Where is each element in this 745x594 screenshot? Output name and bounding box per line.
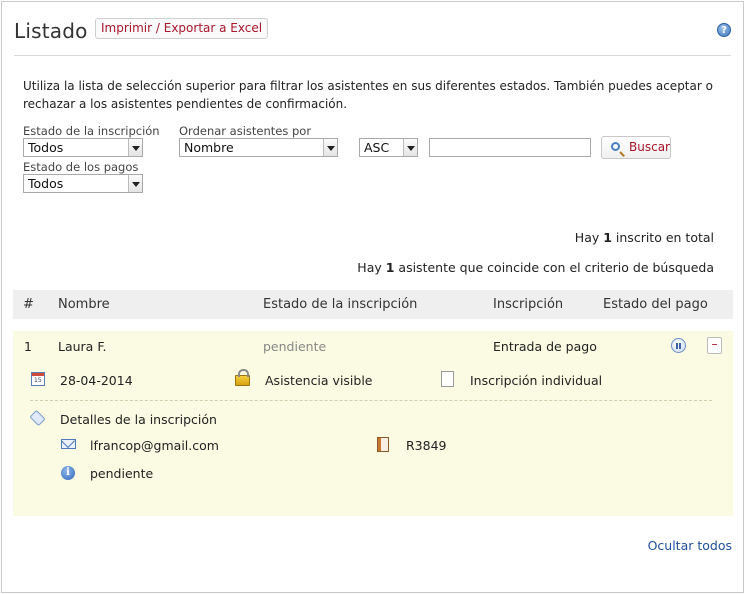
payment-status-label: Estado de los pagos	[23, 160, 139, 174]
total-summary-suffix: inscrito en total	[611, 230, 714, 245]
row-index: 1	[24, 339, 32, 354]
chevron-down-icon	[403, 139, 417, 156]
total-summary: Hay 1 inscrito en total	[575, 230, 714, 245]
chevron-down-icon	[128, 175, 142, 192]
document-icon	[441, 371, 454, 387]
attendance-visibility: Asistencia visible	[265, 373, 373, 388]
total-count: 1	[603, 230, 612, 245]
attendee-name: Laura F.	[58, 339, 107, 354]
info-icon: i	[61, 466, 75, 480]
detail-status: pendiente	[90, 466, 154, 481]
registration-status-label: Estado de la inscripción	[23, 124, 160, 138]
column-header-index: #	[23, 297, 34, 312]
match-summary: Hay 1 asistente que coincide con el crit…	[357, 260, 714, 275]
intro-text: Utiliza la lista de selección superior p…	[23, 79, 713, 111]
column-header-ticket[interactable]: Inscripción	[493, 297, 563, 312]
email-icon	[61, 439, 76, 449]
pause-icon[interactable]	[671, 338, 686, 353]
attendee-email: lfrancop@gmail.com	[90, 438, 219, 453]
column-header-registration-status[interactable]: Estado de la inscripción	[263, 297, 417, 312]
hide-all-link[interactable]: Ocultar todos	[648, 538, 732, 553]
search-button-label: Buscar	[629, 140, 670, 154]
registration-reference: R3849	[406, 438, 447, 453]
registration-status-value: Todos	[28, 140, 64, 155]
column-header-name[interactable]: Nombre	[58, 297, 110, 312]
order-direction-select[interactable]: ASC	[359, 138, 418, 157]
search-button[interactable]: Buscar	[601, 136, 671, 159]
lock-icon	[235, 369, 250, 386]
address-book-icon	[377, 437, 389, 452]
details-title: Detalles de la inscripción	[60, 412, 217, 427]
payment-status-select[interactable]: Todos	[23, 174, 143, 193]
order-by-value: Nombre	[184, 140, 234, 155]
payment-status-value: Todos	[28, 176, 64, 191]
table-header: # Nombre Estado de la inscripción Inscri…	[13, 290, 733, 319]
ticket-type: Entrada de pago	[493, 339, 597, 354]
column-header-payment-status[interactable]: Estado del pago	[603, 297, 708, 312]
search-input[interactable]	[429, 138, 591, 157]
total-summary-prefix: Hay	[574, 230, 604, 245]
order-by-label: Ordenar asistentes por	[179, 124, 312, 138]
chevron-down-icon	[323, 139, 337, 156]
calendar-icon	[31, 372, 45, 386]
registration-status-select[interactable]: Todos	[23, 138, 143, 157]
help-icon[interactable]: ?	[717, 23, 731, 37]
search-icon	[611, 142, 620, 151]
chevron-down-icon	[128, 139, 142, 156]
order-direction-value: ASC	[364, 140, 390, 155]
registration-type: Inscripción individual	[470, 373, 603, 388]
match-summary-prefix: Hay	[357, 260, 386, 275]
collapse-row-button[interactable]: –	[707, 337, 722, 354]
registration-status-value-cell: pendiente	[263, 339, 327, 354]
page-header: Listado Imprimir / Exportar a Excel ?	[14, 18, 731, 56]
divider	[30, 400, 712, 401]
order-by-select[interactable]: Nombre	[179, 138, 338, 157]
registration-date: 28-04-2014	[60, 373, 133, 388]
page-title: Listado	[14, 19, 88, 43]
print-export-button[interactable]: Imprimir / Exportar a Excel	[95, 18, 269, 39]
match-summary-suffix: asistente que coincide con el criterio d…	[394, 260, 714, 275]
